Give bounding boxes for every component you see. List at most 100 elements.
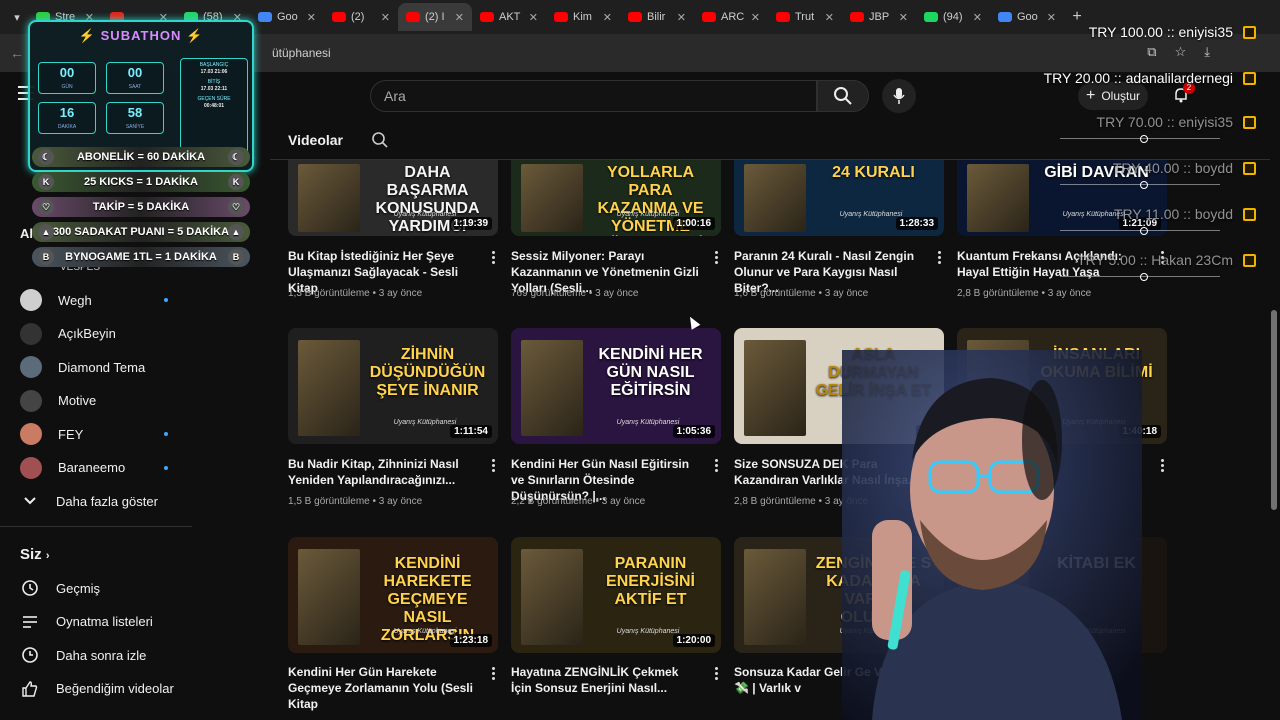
donation-entry: TRY 100.00 :: eniyisi35 bbox=[1089, 22, 1256, 42]
more-actions-icon[interactable] bbox=[492, 459, 496, 473]
install-icon[interactable]: ⧉ bbox=[1147, 44, 1156, 60]
close-tab-icon[interactable]: ✕ bbox=[455, 11, 464, 24]
downloads-icon[interactable]: ⤓ bbox=[1204, 44, 1210, 60]
browser-tab[interactable]: ARC ✕ bbox=[694, 3, 768, 31]
close-tab-icon[interactable]: ✕ bbox=[825, 11, 834, 24]
close-tab-icon[interactable]: ✕ bbox=[751, 11, 760, 24]
you-item[interactable]: Geçmiş bbox=[20, 574, 180, 602]
page-scrollbar[interactable] bbox=[1270, 72, 1278, 712]
browser-tab[interactable]: (2) I ✕ bbox=[398, 3, 472, 31]
scrollbar-thumb[interactable] bbox=[1271, 310, 1277, 510]
close-tab-icon[interactable]: ✕ bbox=[381, 11, 390, 24]
subscription-item[interactable]: FEY bbox=[20, 420, 180, 448]
info-key: BİTİŞ bbox=[207, 79, 221, 85]
book-cover-image bbox=[298, 164, 360, 232]
subscription-item[interactable]: Motive bbox=[20, 387, 180, 415]
video-meta: 1,3 B görüntüleme • 3 ay önce bbox=[288, 288, 423, 299]
new-content-dot bbox=[164, 465, 168, 470]
video-thumbnail[interactable]: 24 KURALI Uyanış Kütüphanesi 1:28:33 bbox=[734, 160, 944, 236]
search-input[interactable]: Ara bbox=[370, 80, 817, 112]
new-content-dot bbox=[164, 298, 168, 302]
you-item[interactable]: Beğendiğim videolar bbox=[20, 675, 180, 703]
more-actions-icon[interactable] bbox=[715, 459, 719, 473]
browser-tab[interactable]: Bilir ✕ bbox=[620, 3, 694, 31]
donation-checkbox-icon bbox=[1243, 253, 1256, 267]
playlists-icon bbox=[20, 612, 40, 632]
browser-tab[interactable]: Kim ✕ bbox=[546, 3, 620, 31]
tab-favicon-icon bbox=[406, 12, 420, 22]
video-duration: 1:19:39 bbox=[449, 217, 492, 230]
you-section-heading[interactable]: Siz › bbox=[20, 546, 50, 563]
search-button[interactable] bbox=[817, 80, 869, 112]
video-thumbnail[interactable]: PARANIN ENERJİSİNİ AKTİF ET Uyanış Kütüph… bbox=[511, 537, 721, 653]
subscription-item[interactable]: Baraneemo bbox=[20, 454, 180, 482]
bookmark-star-icon[interactable]: ☆ bbox=[1175, 44, 1187, 60]
new-tab-button[interactable]: + bbox=[1064, 8, 1090, 26]
close-tab-icon[interactable]: ✕ bbox=[973, 11, 982, 24]
tab-search-chevron-icon[interactable]: ▾ bbox=[6, 6, 28, 28]
video-thumbnail[interactable]: DAHA BAŞARMA KONUSUNDA YARDIMCI OLACAKUy… bbox=[288, 160, 498, 236]
browser-tab[interactable]: (2) ✕ bbox=[324, 3, 398, 31]
rule-badge-icon: B bbox=[228, 249, 244, 265]
close-tab-icon[interactable]: ✕ bbox=[899, 11, 908, 24]
channel-avatar bbox=[20, 289, 42, 311]
more-actions-icon[interactable] bbox=[1161, 459, 1165, 473]
more-actions-icon[interactable] bbox=[715, 667, 719, 681]
browser-tab[interactable]: Goo ✕ bbox=[250, 3, 324, 31]
book-cover-image bbox=[744, 549, 806, 645]
lightning-icon: ⚡ bbox=[78, 28, 97, 43]
video-thumbnail[interactable]: KENDİNİ HER GÜN NASIL EĞİTİRSİN Uyanış Kü… bbox=[511, 328, 721, 444]
close-tab-icon[interactable]: ✕ bbox=[307, 11, 316, 24]
rule-text: 25 KICKS = 1 DAKİKA bbox=[83, 176, 198, 188]
show-more-button[interactable]: Daha fazla göster bbox=[20, 487, 180, 515]
subscription-item[interactable]: Wegh bbox=[20, 286, 180, 314]
browser-tab[interactable]: JBP ✕ bbox=[842, 3, 916, 31]
subscription-item[interactable]: AçıkBeyin bbox=[20, 320, 180, 348]
video-title[interactable]: Kendini Her Gün Harekete Geçmeye Zorlama… bbox=[288, 664, 478, 712]
video-thumbnail[interactable]: ZİHNİN DÜŞÜNDÜĞÜN ŞEYE İNANIR Uyanış Kütü… bbox=[288, 328, 498, 444]
video-duration: 1:28:33 bbox=[895, 217, 938, 230]
video-thumbnail[interactable]: YOLLARLA PARA KAZANMA VE YÖNETME YÖNTEML… bbox=[511, 160, 721, 236]
you-item[interactable]: Daha sonra izle bbox=[20, 641, 180, 669]
close-tab-icon[interactable]: ✕ bbox=[1047, 11, 1056, 24]
you-item-label: Daha sonra izle bbox=[56, 647, 147, 663]
video-meta: 2,2 B görüntüleme • 3 ay önce bbox=[511, 496, 646, 507]
donation-checkbox-icon bbox=[1243, 71, 1256, 85]
channel-search-icon[interactable] bbox=[371, 131, 389, 149]
info-value: 17.03 22:11 bbox=[200, 86, 228, 92]
info-value: 17.03 21:06 bbox=[200, 69, 228, 75]
browser-tab[interactable]: Trut ✕ bbox=[768, 3, 842, 31]
video-title[interactable]: Bu Nadir Kitap, Zihninizi Nasıl Yeniden … bbox=[288, 456, 478, 488]
video-title[interactable]: Hayatına ZENGİNLİK Çekmek İçin Sonsuz En… bbox=[511, 664, 701, 696]
browser-tab[interactable]: Goo ✕ bbox=[990, 3, 1064, 31]
voice-search-button[interactable] bbox=[882, 79, 916, 113]
donation-divider bbox=[1060, 273, 1220, 281]
microphone-icon bbox=[893, 88, 905, 104]
channel-avatar bbox=[20, 356, 42, 378]
browser-tab[interactable]: (94) ✕ bbox=[916, 3, 990, 31]
more-actions-icon[interactable] bbox=[492, 667, 496, 681]
tab-videos[interactable]: Videolar bbox=[288, 132, 343, 148]
more-actions-icon[interactable] bbox=[492, 251, 496, 265]
close-tab-icon[interactable]: ✕ bbox=[529, 11, 538, 24]
donation-checkbox-icon bbox=[1243, 207, 1256, 221]
you-item-label: Oynatma listeleri bbox=[56, 614, 153, 629]
more-actions-icon[interactable] bbox=[938, 251, 942, 265]
rule-badge-icon: K bbox=[228, 174, 244, 190]
rule-text: BYNOGAME 1TL = 1 DAKİKA bbox=[65, 251, 217, 263]
donation-divider bbox=[1060, 135, 1220, 143]
counter-value: 00 bbox=[59, 65, 75, 80]
address-url[interactable]: ütüphanesi bbox=[272, 46, 331, 60]
close-tab-icon[interactable]: ✕ bbox=[677, 11, 686, 24]
tab-title: Kim bbox=[573, 11, 592, 23]
video-thumbnail[interactable]: KENDİNİ HAREKETE GEÇMEYE NASIL ZORLARSIN… bbox=[288, 537, 498, 653]
subscription-item[interactable]: Diamond Tema bbox=[20, 353, 180, 381]
tab-favicon-icon bbox=[332, 12, 346, 22]
browser-tab[interactable]: AKT ✕ bbox=[472, 3, 546, 31]
subathon-counter: 16 DAKİKA bbox=[38, 102, 96, 134]
more-actions-icon[interactable] bbox=[715, 251, 719, 265]
close-tab-icon[interactable]: ✕ bbox=[603, 11, 612, 24]
you-item[interactable]: Oynatma listeleri bbox=[20, 608, 180, 636]
donation-divider bbox=[1060, 181, 1220, 189]
new-content-dot bbox=[164, 432, 168, 436]
